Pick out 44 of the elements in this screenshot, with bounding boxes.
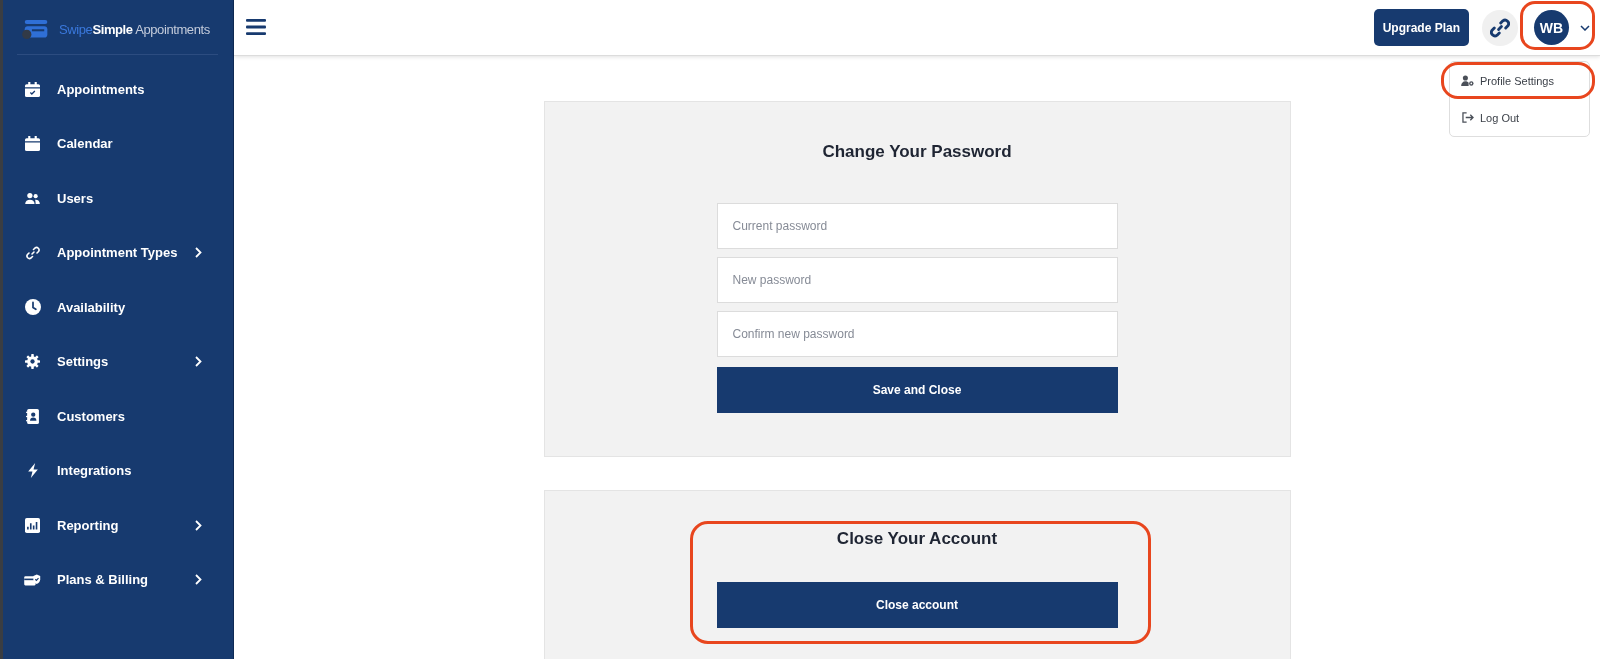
contact-card-icon <box>26 408 39 424</box>
sidebar-item[interactable]: Availability <box>3 280 233 335</box>
save-button[interactable]: Save and Close <box>716 367 1118 413</box>
clock-icon <box>24 299 41 316</box>
user-menu-button[interactable]: WB <box>1534 10 1590 45</box>
sidebar-item[interactable]: Appointment Types <box>3 225 233 280</box>
card-title: Change Your Password <box>822 141 1012 163</box>
password-field[interactable]: New password <box>716 257 1118 303</box>
gear-icon <box>25 354 40 370</box>
chevron-right-icon <box>195 356 202 368</box>
calendar-check-icon <box>25 81 40 97</box>
avatar: WB <box>1534 10 1569 45</box>
sidebar-item[interactable]: Reporting <box>3 498 233 553</box>
chevron-right-icon <box>195 574 202 586</box>
sidebar-item[interactable]: Calendar <box>3 116 233 171</box>
chevron-right-icon <box>195 519 202 531</box>
card-check-icon <box>24 573 41 586</box>
dropdown-item[interactable]: Profile Settings <box>1450 62 1589 99</box>
link-icon <box>1490 17 1510 38</box>
sidebar-item[interactable]: Customers <box>3 389 233 444</box>
report-icon <box>25 517 40 533</box>
link-button[interactable] <box>1482 9 1518 46</box>
close-account-button[interactable]: Close account <box>716 582 1118 628</box>
brand-name: SwipeSimple Appointments <box>59 21 210 37</box>
upgrade-button[interactable]: Upgrade Plan <box>1373 9 1469 46</box>
link-icon <box>25 245 40 260</box>
sidebar-item[interactable]: Appointments <box>3 62 233 117</box>
sidebar-item[interactable]: Settings <box>3 334 233 389</box>
password-field[interactable]: Confirm new password <box>716 311 1118 357</box>
chevron-down-icon <box>1580 24 1590 31</box>
logout-icon <box>1461 112 1474 123</box>
calendar-icon <box>25 136 40 152</box>
sidebar-item[interactable]: Integrations <box>3 443 233 498</box>
sidebar-item[interactable]: Plans & Billing <box>3 552 233 607</box>
chevron-right-icon <box>195 247 202 259</box>
users-icon <box>25 192 40 204</box>
lightning-icon <box>27 463 38 479</box>
logo-icon <box>22 19 48 39</box>
sidebar-item[interactable]: Users <box>3 171 233 226</box>
user-gear-icon <box>1461 75 1474 86</box>
password-field[interactable]: Current password <box>716 203 1118 249</box>
card-title: Close Your Account <box>836 528 998 550</box>
dropdown-item[interactable]: Log Out <box>1450 99 1589 136</box>
menu-icon[interactable] <box>246 18 266 35</box>
